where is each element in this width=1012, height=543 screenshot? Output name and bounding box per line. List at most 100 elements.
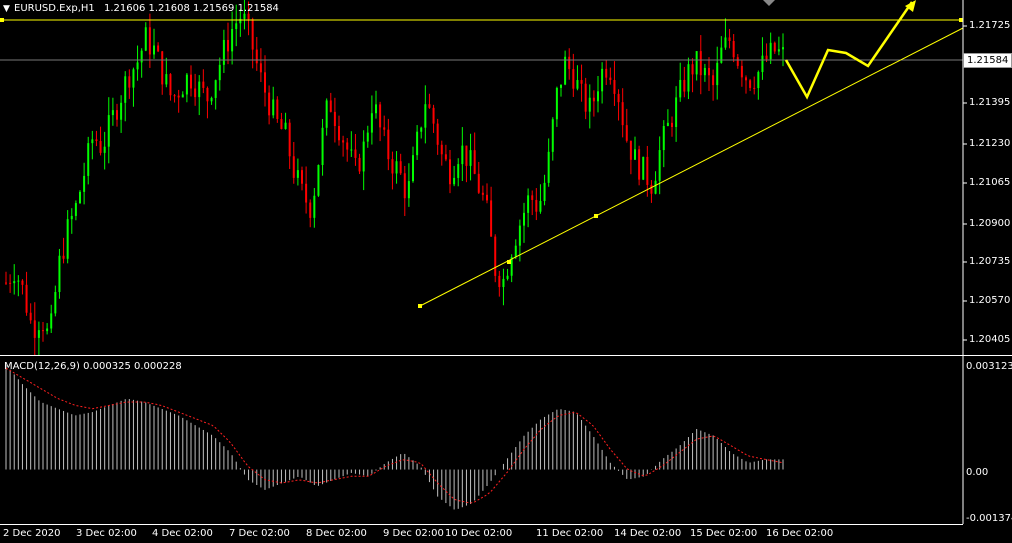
candle-body (202, 81, 205, 88)
time-axis-label: 7 Dec 02:00 (229, 528, 290, 539)
candle-body (773, 42, 776, 52)
candle-body (671, 122, 673, 127)
price-chart[interactable]: ▼ (0, 0, 1012, 355)
chart-title: EURUSD.Exp,H1 1.21606 1.21608 1.21569 1.… (14, 3, 279, 14)
candle-body (551, 119, 554, 152)
candle-body (358, 157, 361, 172)
candle-body (498, 275, 501, 288)
candle-body (699, 51, 702, 76)
candle-body (601, 68, 604, 92)
time-axis-separator (0, 524, 963, 525)
candle-body (555, 87, 558, 120)
candle-body (222, 39, 225, 65)
price-axis-label: 1.20900 (969, 218, 1011, 229)
candle-body (42, 330, 44, 332)
price-axis-label: 1.21230 (969, 138, 1011, 149)
candle-body (745, 77, 747, 81)
candle-body (547, 151, 550, 183)
candle-body (724, 37, 727, 48)
candle-body (695, 51, 698, 75)
candle-body (642, 156, 645, 180)
price-ticks (963, 25, 967, 341)
candle-body (428, 104, 431, 108)
candle-body (206, 87, 209, 102)
hline-handle-left[interactable] (0, 18, 4, 22)
candle-body (375, 104, 377, 114)
hline-handle-right[interactable] (959, 18, 963, 22)
candle-body (440, 144, 443, 155)
symbol-label: EURUSD.Exp,H1 (14, 3, 95, 14)
candle-body (383, 127, 386, 130)
candle-body (165, 74, 168, 85)
candle-body (740, 65, 743, 78)
trendline[interactable] (419, 27, 964, 307)
candle-body (181, 94, 184, 98)
candle-body (449, 159, 451, 185)
candle-body (79, 191, 81, 204)
candle-body (9, 282, 12, 284)
candle-body (420, 127, 423, 132)
candle-body (679, 79, 682, 98)
candle-body (284, 122, 287, 130)
header-triangle-icon[interactable]: ▼ (3, 4, 10, 14)
candle-body (412, 155, 414, 182)
candle-body (296, 170, 299, 178)
chart-terminal: ▼ EURUSD.Exp,H1 1.21606 1.21608 1.21569 … (0, 0, 1012, 543)
candle-body (210, 97, 213, 102)
candle-body (198, 81, 201, 98)
candle-body (560, 84, 562, 88)
candle-body (116, 110, 118, 120)
candle-body (625, 125, 628, 141)
macd-axis-bottom: -0.001374 (966, 513, 1012, 524)
trendline-handle-mid1[interactable] (507, 260, 511, 264)
candle-body (190, 74, 192, 89)
candle-body (494, 236, 497, 276)
candle-body (153, 45, 155, 55)
candle-body (461, 145, 464, 165)
candle-body (749, 80, 752, 88)
candle-body (247, 13, 250, 20)
candle-body (107, 115, 110, 147)
candle-body (654, 180, 657, 194)
candle-body (243, 13, 246, 19)
candle-body (346, 142, 349, 150)
candle-body (235, 23, 238, 30)
projection-zigzag-arrow[interactable] (784, 1, 914, 100)
candle-body (5, 282, 7, 284)
candle-body (185, 74, 188, 95)
candle-body (169, 74, 172, 96)
candle-body (708, 67, 710, 76)
candlestick-series (5, 0, 784, 355)
macd-chart[interactable] (0, 356, 1012, 524)
candle-body (646, 156, 649, 185)
candle-body (432, 107, 435, 124)
candle-body (379, 104, 382, 128)
candle-body (687, 64, 690, 92)
candle-body (761, 55, 764, 73)
candle-body (523, 212, 525, 226)
candle-body (144, 27, 147, 51)
candle-body (588, 97, 591, 112)
candle-body (486, 194, 488, 201)
macd-axis-zero: 0.00 (966, 467, 989, 478)
candle-body (214, 80, 217, 98)
candle-body (473, 150, 476, 174)
candle-body (370, 113, 373, 133)
candle-body (354, 149, 357, 158)
candle-body (317, 164, 320, 196)
candle-body (617, 93, 620, 103)
candle-body (564, 56, 567, 85)
time-axis-label: 14 Dec 02:00 (614, 528, 682, 539)
trendline-handle-start[interactable] (418, 304, 422, 308)
candle-body (683, 79, 686, 92)
scroll-marker-icon[interactable] (763, 0, 775, 6)
current-price-badge: 1.21584 (963, 53, 1012, 68)
candle-body (572, 69, 575, 89)
trendline-handle-mid2[interactable] (594, 214, 598, 218)
candle-body (264, 72, 266, 93)
candle-body (255, 49, 258, 64)
candle-body (403, 173, 406, 199)
candle-body (74, 203, 77, 216)
candle-body (506, 275, 509, 279)
macd-histogram (5, 364, 784, 510)
